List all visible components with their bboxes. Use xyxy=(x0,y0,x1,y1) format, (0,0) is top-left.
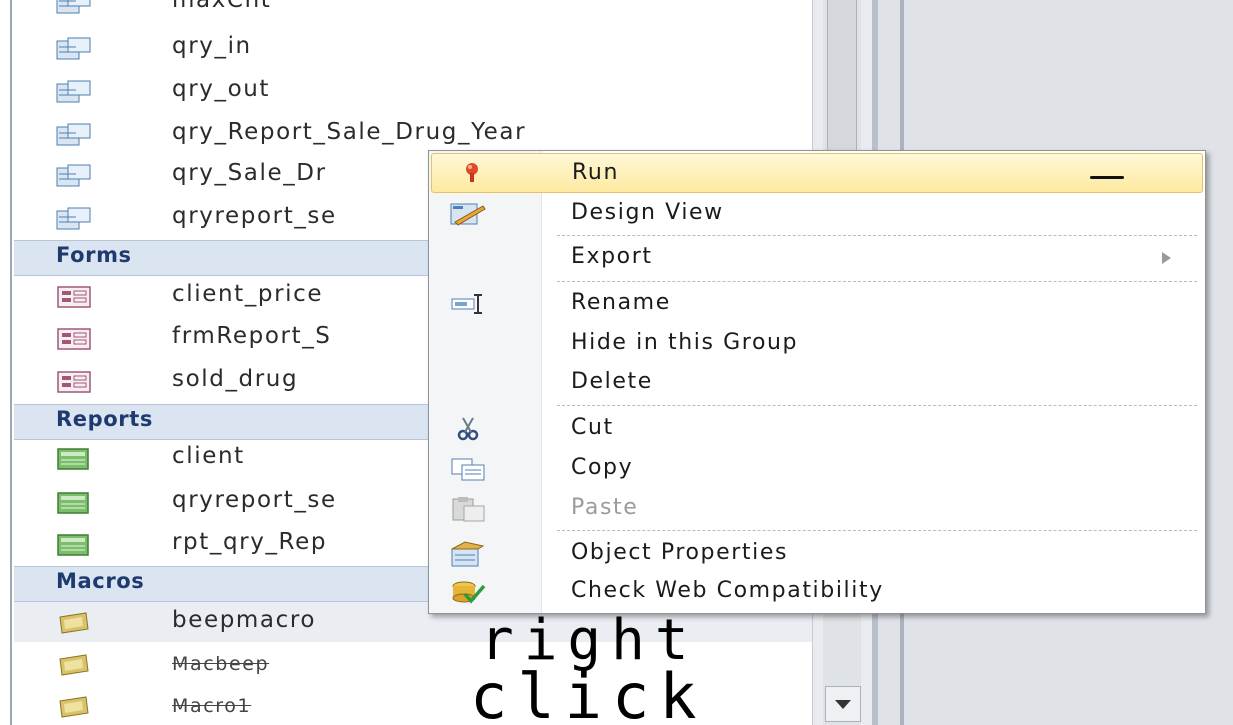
copy-icon xyxy=(451,458,485,481)
group-title: Macros xyxy=(56,569,145,593)
query-icon xyxy=(56,207,91,230)
nav-item-query[interactable]: qry_out xyxy=(14,71,812,111)
menu-item-rename[interactable]: Rename xyxy=(431,284,1203,324)
menu-item-cut[interactable]: Cut xyxy=(431,409,1203,449)
nav-item-label: beepmacro xyxy=(172,607,317,633)
query-icon xyxy=(56,37,91,60)
menu-item-export[interactable]: Export xyxy=(431,238,1203,278)
menu-separator xyxy=(557,530,1197,531)
nav-item-label: Macbeep xyxy=(172,653,270,675)
group-title: Forms xyxy=(56,243,132,267)
macro-icon xyxy=(59,696,89,718)
nav-item-query[interactable]: qry_in xyxy=(14,28,812,68)
query-icon xyxy=(56,123,91,146)
menu-item-check-web-compatibility[interactable]: Check Web Compatibility xyxy=(431,572,1203,612)
menu-separator xyxy=(557,235,1197,236)
menu-item-label: Copy xyxy=(571,455,634,480)
macro-icon xyxy=(59,654,89,676)
form-icon xyxy=(57,328,91,350)
cursor-mark xyxy=(1090,176,1124,179)
pane-border xyxy=(10,0,12,725)
macro-icon xyxy=(59,612,89,634)
menu-item-delete[interactable]: Delete xyxy=(431,363,1203,403)
report-icon xyxy=(57,448,89,470)
menu-item-label: Rename xyxy=(571,290,671,315)
query-icon xyxy=(56,164,91,187)
nav-item-label: frmReport_S xyxy=(172,323,332,349)
query-icon xyxy=(56,80,91,103)
rename-icon xyxy=(451,294,482,314)
menu-item-label: Delete xyxy=(571,369,653,394)
form-icon xyxy=(57,371,91,393)
nav-item-label: qry_Sale_Dr xyxy=(172,160,327,186)
menu-item-run[interactable]: Run xyxy=(431,153,1203,193)
nav-item-label: qryreport_se xyxy=(172,487,337,513)
menu-item-object-properties[interactable]: Object Properties xyxy=(431,534,1203,574)
properties-icon xyxy=(451,541,485,567)
web-compatibility-icon xyxy=(452,581,486,604)
menu-item-label: Design View xyxy=(571,200,724,225)
menu-item-label: Cut xyxy=(571,415,614,440)
query-icon xyxy=(56,0,91,14)
run-icon xyxy=(466,163,478,182)
menu-item-paste[interactable]: Paste xyxy=(431,489,1203,529)
menu-item-label: Export xyxy=(571,244,653,269)
nav-item-label: qry_Report_Sale_Drug_Year xyxy=(172,119,527,145)
nav-item-label: rpt_qry_Rep xyxy=(172,529,328,555)
group-title: Reports xyxy=(56,407,153,431)
menu-separator xyxy=(557,281,1197,282)
nav-item-label: qryreport_se xyxy=(172,203,337,229)
arrow-down-icon xyxy=(835,700,851,709)
menu-item-label: Check Web Compatibility xyxy=(571,578,884,603)
scroll-down-button[interactable] xyxy=(825,686,861,722)
scissors-icon xyxy=(457,417,479,441)
nav-item-label: client_price xyxy=(172,281,324,307)
form-icon xyxy=(57,286,91,308)
menu-item-label: Object Properties xyxy=(571,540,789,565)
nav-item-label: sold_drug xyxy=(172,366,299,392)
nav-item-label: maxCnt xyxy=(172,0,272,13)
nav-item-label: qry_out xyxy=(172,76,271,102)
nav-item-label: client xyxy=(172,443,245,469)
report-icon xyxy=(57,492,89,514)
submenu-arrow-icon xyxy=(1162,252,1171,264)
menu-separator xyxy=(557,405,1197,406)
handwritten-annotation-click: click xyxy=(470,660,707,725)
context-menu: Run Design View Export Rename Hide in th… xyxy=(428,150,1206,614)
report-icon xyxy=(57,534,89,556)
menu-item-hide-in-group[interactable]: Hide in this Group xyxy=(431,324,1203,364)
nav-item-query[interactable]: maxCnt xyxy=(14,0,812,22)
nav-item-label: qry_in xyxy=(172,33,252,59)
nav-item-label: Macro1 xyxy=(172,695,252,717)
menu-item-label: Paste xyxy=(571,495,639,520)
menu-item-copy[interactable]: Copy xyxy=(431,449,1203,489)
paste-icon xyxy=(452,497,485,522)
menu-item-label: Run xyxy=(572,160,619,185)
menu-item-label: Hide in this Group xyxy=(571,330,799,355)
menu-item-design-view[interactable]: Design View xyxy=(431,194,1203,234)
nav-item-query[interactable]: qry_Report_Sale_Drug_Year xyxy=(14,114,812,154)
design-view-icon xyxy=(450,203,486,226)
